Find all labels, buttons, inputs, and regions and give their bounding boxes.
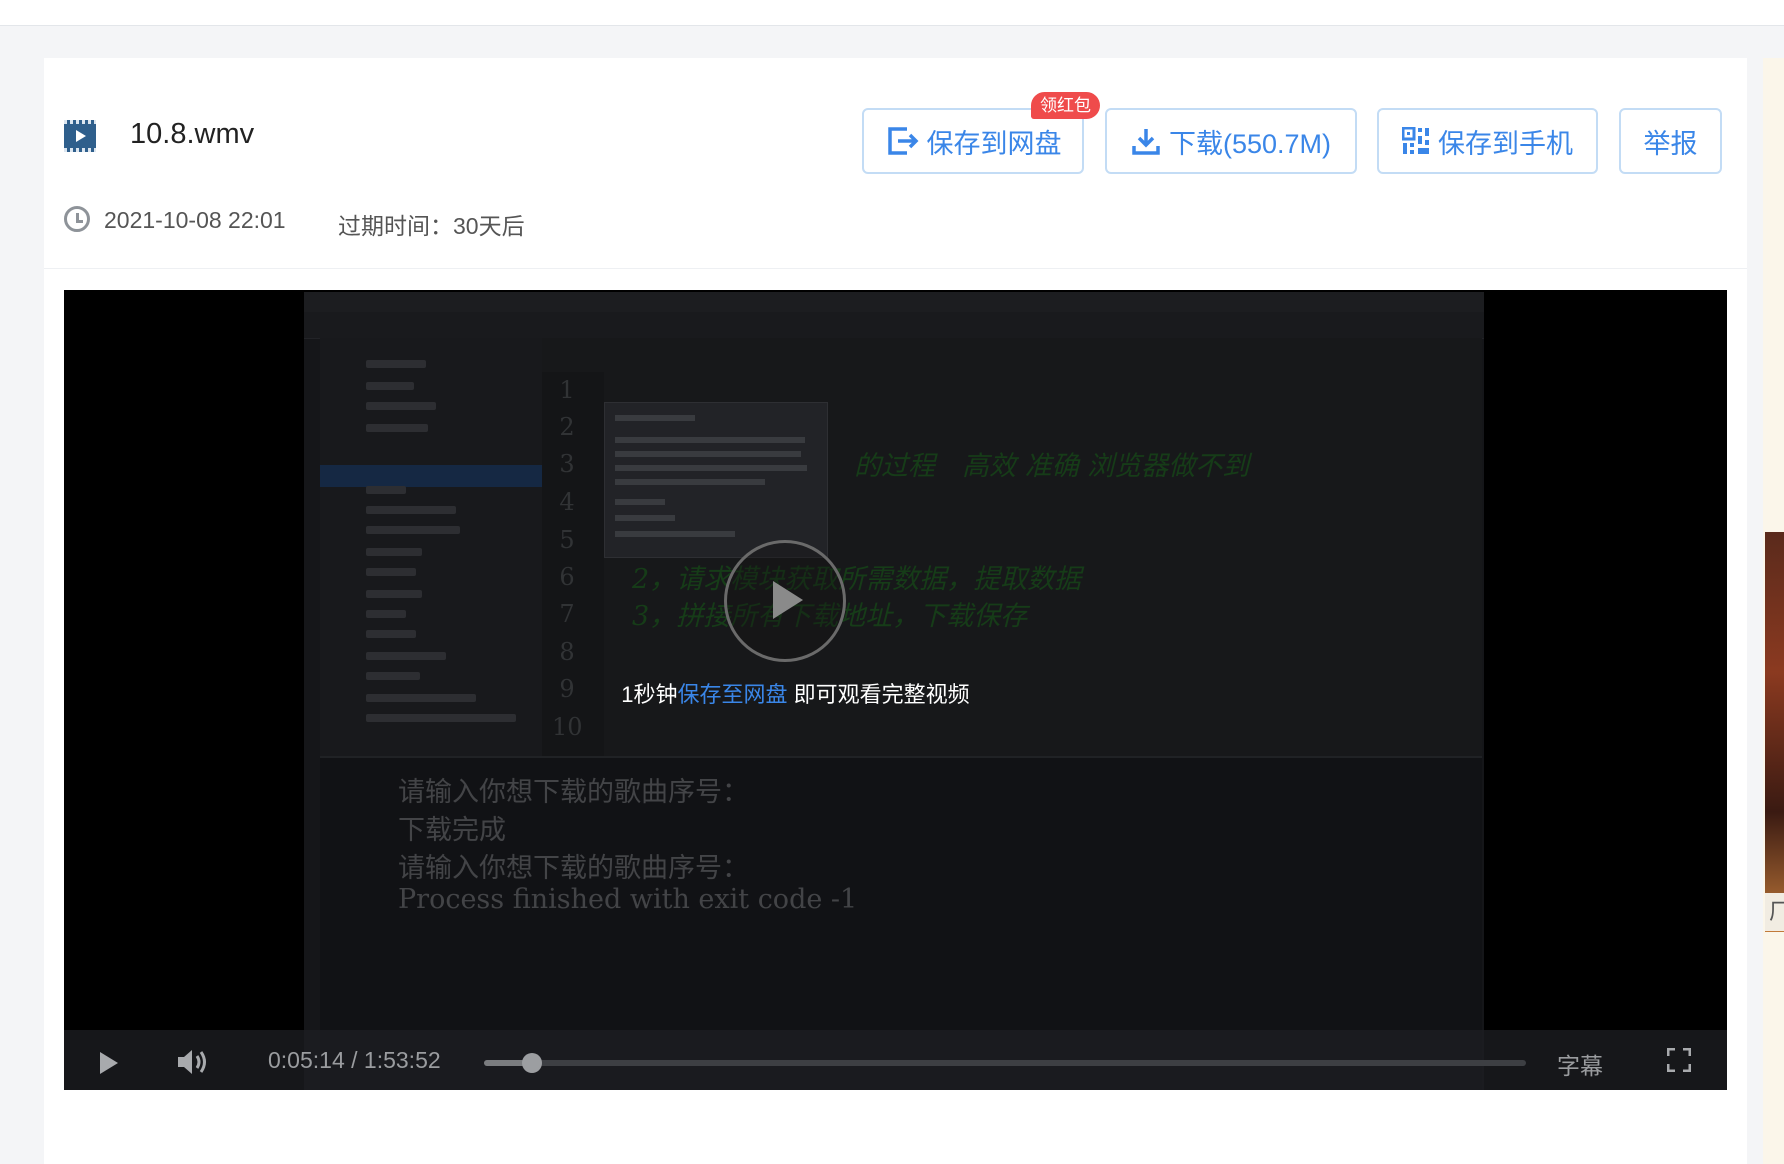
line-number: 2: [559, 413, 575, 441]
video-player[interactable]: 1 2 3 4 5 6 7 8 9 10 的过程 高效 准确 浏览器做不到 2，…: [64, 290, 1727, 1090]
tree-item: [366, 548, 422, 556]
progress-bar[interactable]: [484, 1053, 1526, 1073]
run-output-line: Process finished with exit code -1: [398, 884, 858, 915]
line-number: 3: [559, 450, 575, 478]
current-time: 0:05:14: [268, 1047, 345, 1073]
tooltip-line: [615, 531, 735, 537]
ide-tooltip: [604, 402, 828, 558]
player-controls: 0:05:14 / 1:53:52 字幕: [64, 1030, 1727, 1090]
line-number: 10: [552, 713, 583, 741]
video-file-icon: [64, 120, 96, 152]
ide-toolbar: [304, 312, 1484, 339]
progress-handle[interactable]: [521, 1053, 542, 1073]
tree-item: [366, 424, 428, 432]
save-export-icon: [887, 127, 918, 155]
volume-icon[interactable]: [176, 1047, 212, 1077]
tooltip-line: [615, 465, 807, 471]
line-number: 1: [559, 376, 575, 404]
tree-item: [366, 486, 406, 494]
code-line: 2，请求模块获取所需数据，提取数据: [632, 564, 1082, 595]
tree-item: [366, 568, 416, 576]
big-play-button[interactable]: [724, 540, 846, 662]
top-bar: [0, 0, 1784, 26]
tree-item: [366, 630, 416, 638]
file-name: 10.8.wmv: [130, 118, 255, 150]
tree-item: [366, 360, 426, 368]
save-prompt: 1秒钟保存至网盘 即可观看完整视频: [64, 677, 1527, 709]
divider: [44, 268, 1747, 269]
ide-menu-bar: [304, 292, 1484, 312]
tooltip-line: [615, 451, 801, 457]
download-button[interactable]: 下载(550.7M): [1105, 108, 1357, 174]
download-icon: [1132, 129, 1160, 155]
download-label: 下载(550.7M): [1168, 128, 1332, 159]
report-button[interactable]: 举报: [1619, 108, 1722, 174]
save-to-phone-button[interactable]: 保存到手机: [1377, 108, 1598, 174]
run-output-line: 下载完成: [398, 815, 506, 846]
save-prompt-suffix: 即可观看完整视频: [787, 682, 970, 707]
subtitle-button[interactable]: 字幕: [1557, 1047, 1603, 1081]
expire-time: 过期时间：30天后: [338, 213, 525, 239]
line-number: 6: [559, 563, 575, 591]
tree-item: [366, 610, 406, 618]
play-icon[interactable]: [98, 1050, 120, 1076]
save-prompt-link[interactable]: 保存至网盘: [678, 682, 788, 707]
tooltip-line: [615, 515, 675, 521]
save-to-phone-label: 保存到手机: [1438, 128, 1573, 159]
tree-item: [366, 402, 436, 410]
tooltip-line: [615, 437, 805, 443]
time-separator: /: [351, 1047, 358, 1073]
line-number: 4: [559, 488, 575, 516]
code-line: 的过程 高效 准确 浏览器做不到: [854, 451, 1250, 482]
tree-item: [366, 590, 422, 598]
total-time: 1:53:52: [363, 1047, 441, 1073]
line-number: 5: [559, 526, 575, 554]
tooltip-line: [615, 415, 695, 421]
line-number: 8: [559, 638, 575, 666]
report-label: 举报: [1643, 128, 1698, 159]
run-output-line: 请输入你想下载的歌曲序号：: [398, 853, 749, 884]
tooltip-line: [615, 499, 665, 505]
upload-date: 2021-10-08 22:01: [104, 207, 286, 233]
tree-item: [366, 526, 460, 534]
tooltip-line: [615, 479, 765, 485]
tree-item: [366, 652, 446, 660]
run-output-line: 请输入你想下载的歌曲序号：: [398, 777, 749, 808]
tree-item: [366, 714, 516, 722]
red-packet-badge[interactable]: 领红包: [1031, 92, 1100, 119]
qr-code-icon: [1402, 127, 1429, 154]
side-ad-thumbnail[interactable]: [1765, 532, 1784, 932]
clock-icon: [64, 206, 90, 232]
tree-item: [366, 506, 456, 514]
ide-tree-selection: [320, 465, 542, 487]
time-display: 0:05:14 / 1:53:52: [268, 1047, 441, 1074]
save-prompt-prefix: 1秒钟: [621, 682, 678, 707]
ide-project-tree: [320, 338, 542, 808]
fullscreen-icon[interactable]: [1667, 1048, 1691, 1072]
line-number: 7: [559, 600, 575, 628]
play-icon: [773, 581, 803, 619]
tree-item: [366, 382, 414, 390]
save-to-cloud-label: 保存到网盘: [926, 128, 1062, 159]
side-ad-caption: 厂: [1765, 893, 1784, 931]
